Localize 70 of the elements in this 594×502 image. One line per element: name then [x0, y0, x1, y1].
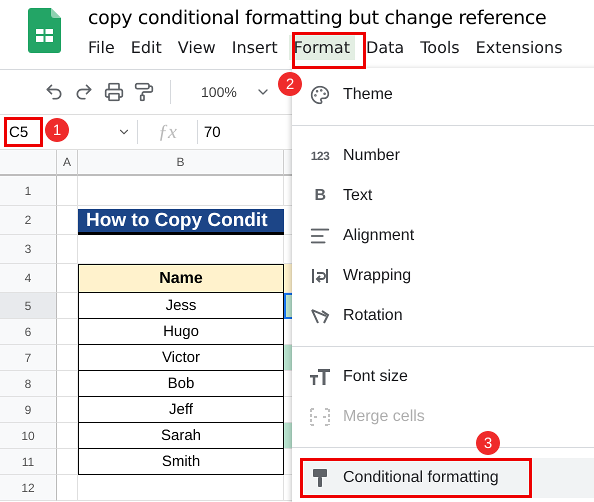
- sheets-logo-icon: [28, 8, 60, 53]
- table-cell: Smith: [78, 449, 284, 475]
- row-header[interactable]: 2: [0, 206, 57, 235]
- zoom-select[interactable]: 100%: [201, 84, 237, 100]
- menu-option[interactable]: Theme: [304, 75, 594, 115]
- highlight-frame: [4, 117, 43, 147]
- menu-item[interactable]: File: [83, 35, 120, 60]
- font-size-icon: [309, 369, 331, 385]
- table-cell: Hugo: [78, 319, 284, 345]
- column-header[interactable]: A: [57, 150, 78, 176]
- paint-roller-icon: [312, 468, 328, 488]
- grid-cell: [57, 397, 78, 423]
- name-box[interactable]: C5: [0, 124, 45, 140]
- step-number: 2: [278, 72, 302, 96]
- menu-option[interactable]: 123 Number: [304, 136, 594, 176]
- menu-option[interactable]: Wrapping: [304, 256, 594, 296]
- grid-cell: [57, 475, 78, 501]
- sheet-title: How to Copy Condit: [78, 209, 284, 235]
- column-title: Name: [78, 264, 284, 293]
- merge-cells-icon: [310, 408, 330, 426]
- grid-cell: [57, 423, 78, 449]
- grid-cell: [57, 235, 78, 264]
- menu-item[interactable]: Tools: [415, 35, 465, 60]
- table-cell: Victor: [78, 345, 284, 371]
- redo-icon[interactable]: [74, 82, 94, 102]
- function-icon: ƒx: [158, 120, 177, 144]
- row-header[interactable]: 1: [0, 176, 57, 206]
- menu-item[interactable]: Edit: [126, 35, 167, 60]
- menu-item[interactable]: View: [172, 35, 221, 60]
- row-header[interactable]: 7: [0, 345, 57, 371]
- menu-option[interactable]: B Text: [304, 176, 594, 216]
- document-title: copy conditional formatting but change reference: [88, 7, 548, 29]
- table-cell: Sarah: [78, 423, 284, 449]
- row-header[interactable]: 10: [0, 423, 57, 449]
- grid-cell: [57, 449, 78, 475]
- row-header[interactable]: 11: [0, 449, 57, 475]
- grid-cell: [57, 319, 78, 345]
- column-header[interactable]: B: [78, 150, 284, 176]
- row-header[interactable]: 8: [0, 371, 57, 397]
- menu-option[interactable]: Rotation: [304, 296, 594, 336]
- menu-icon: B: [314, 187, 326, 205]
- undo-icon[interactable]: [44, 82, 64, 102]
- menu-item[interactable]: Extensions: [470, 35, 568, 60]
- paint-format-icon[interactable]: [134, 82, 154, 102]
- grid-cell: [57, 293, 78, 319]
- table-cell: Bob: [78, 371, 284, 397]
- step-number: 1: [45, 118, 69, 142]
- grid-cell: [57, 176, 78, 206]
- row-header[interactable]: 3: [0, 235, 57, 264]
- menu-icon: 123: [310, 149, 330, 163]
- menu-option[interactable]: Font size: [304, 357, 594, 397]
- table-cell: Jeff: [78, 397, 284, 423]
- menu-item[interactable]: Format: [288, 35, 356, 60]
- grid-cell: [57, 371, 78, 397]
- palette-icon: [310, 85, 330, 105]
- row-header[interactable]: 6: [0, 319, 57, 345]
- table-cell: Jess: [78, 293, 284, 319]
- row-header[interactable]: 5: [0, 293, 57, 319]
- formula-value[interactable]: 70: [204, 124, 221, 140]
- row-header[interactable]: 4: [0, 264, 57, 293]
- menu-option[interactable]: Alignment: [304, 216, 594, 256]
- menu-item[interactable]: Data: [361, 35, 410, 60]
- rotation-icon: [310, 307, 330, 325]
- wrap-icon: [311, 267, 329, 285]
- grid-cell: [57, 345, 78, 371]
- row-header[interactable]: 12: [0, 475, 57, 501]
- corner-cell[interactable]: [0, 150, 57, 176]
- menu-item[interactable]: Insert: [226, 35, 283, 60]
- row-header[interactable]: 9: [0, 397, 57, 423]
- print-icon[interactable]: [104, 82, 124, 102]
